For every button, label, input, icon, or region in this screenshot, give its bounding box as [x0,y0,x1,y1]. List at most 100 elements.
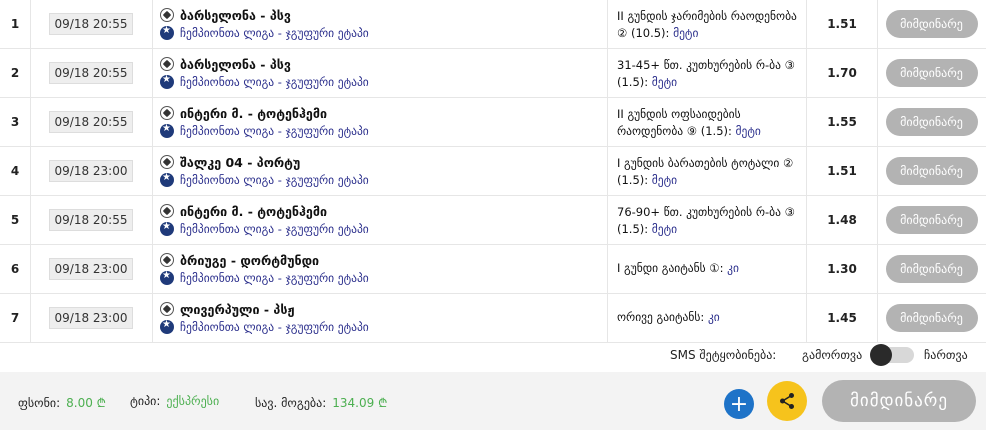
match-teams[interactable]: ბარსელონა - პსვ [180,8,291,23]
match-teams[interactable]: ბრიუგე - დორტმუნდი [180,253,319,268]
bet-odd: 1.55 [807,98,878,146]
bet-description: 76-90+ წთ. კუთხურების რ-ბა ③ (1.5): მეტი [607,196,807,244]
bet-text: 76-90+ წთ. კუთხურების რ-ბა ③ (1.5): [617,205,795,236]
match-date: 09/18 20:55 [48,13,134,35]
champions-league-icon [160,25,174,40]
bet-description: II გუნდის ჯარიმების რაოდენობა ② (10.5): … [607,0,807,48]
status-button[interactable]: მიმდინარე [885,255,978,283]
champions-league-icon [160,172,174,187]
row-number: 1 [0,0,31,48]
bet-text: 31-45+ წთ. კუთხურების რ-ბა ③ (1.5): [617,58,795,89]
status-button[interactable]: მიმდინარე [885,304,978,332]
champions-league-icon [160,123,174,138]
match-cell: ინტერი მ. - ტოტენჰემი ჩემპიონთა ლიგა - ჯ… [152,98,608,146]
status-button[interactable]: მიმდინარე [885,206,978,234]
soccer-ball-icon [160,8,174,22]
soccer-ball-icon [160,302,174,316]
bet-odd: 1.45 [807,294,878,342]
champions-league-icon [160,221,174,236]
type-value: ექსპრესი [166,394,220,408]
bet-description: 31-45+ წთ. კუთხურების რ-ბა ③ (1.5): მეტი [607,49,807,97]
row-number: 5 [0,196,31,244]
table-row: 3 09/18 20:55 ინტერი მ. - ტოტენჰემი ჩემპ… [0,98,986,147]
bet-description: II გუნდის ოფსაიდების რაოდენობა ⑨ (1.5): … [607,98,807,146]
match-cell: ინტერი მ. - ტოტენჰემი ჩემპიონთა ლიგა - ჯ… [152,196,608,244]
bet-pick: მეტი [651,173,678,187]
bet-odd: 1.30 [807,245,878,293]
status-button[interactable]: მიმდინარე [885,157,978,185]
match-date: 09/18 23:00 [48,258,134,280]
match-date: 09/18 20:55 [48,209,134,231]
bet-status-button[interactable]: მიმდინარე [822,380,976,422]
league-name: ჩემპიონთა ლიგა - ჯგუფური ეტაპი [180,320,369,334]
sms-label: SMS შეტყობინება: [670,348,777,362]
win-info: სავ. მოგება: 134.09 ₾ [255,394,387,411]
win-label: სავ. მოგება: [255,396,327,410]
match-teams[interactable]: ინტერი მ. - ტოტენჰემი [180,106,327,121]
match-teams[interactable]: ინტერი მ. - ტოტენჰემი [180,204,327,219]
share-button[interactable] [767,381,807,421]
bets-table: 1 09/18 20:55 ბარსელონა - პსვ ჩემპიონთა … [0,0,986,343]
bet-text: II გუნდის ოფსაიდების რაოდენობა ⑨ (1.5): [617,107,741,138]
bet-description: I გუნდის ბარათების ტოტალი ② (1.5): მეტი [607,147,807,195]
match-cell: ბარსელონა - პსვ ჩემპიონთა ლიგა - ჯგუფური… [152,0,608,48]
table-row: 7 09/18 23:00 ლივერპული - პსჟ ჩემპიონთა … [0,294,986,343]
league-name: ჩემპიონთა ლიგა - ჯგუფური ეტაპი [180,75,369,89]
league-name: ჩემპიონთა ლიგა - ჯგუფური ეტაპი [180,26,369,40]
table-row: 2 09/18 20:55 ბარსელონა - პსვ ჩემპიონთა … [0,49,986,98]
sms-toggle[interactable] [870,344,914,366]
bet-odd: 1.51 [807,0,878,48]
bet-pick: კი [707,310,720,324]
win-value: 134.09 ₾ [332,396,388,410]
bet-pick: კი [727,261,739,275]
bet-text: II გუნდის ჯარიმების რაოდენობა ② (10.5): [617,9,797,40]
match-cell: ლივერპული - პსჟ ჩემპიონთა ლიგა - ჯგუფური… [152,294,608,342]
table-row: 4 09/18 23:00 შალკე 04 - პორტუ ჩემპიონთა… [0,147,986,196]
sms-off-label[interactable]: გამორთვა [802,348,862,362]
soccer-ball-icon [160,57,174,71]
league-name: ჩემპიონთა ლიგა - ჯგუფური ეტაპი [180,124,369,138]
stake-info: ფსონი: 8.00 ₾ [18,394,106,411]
stake-label: ფსონი: [18,396,61,410]
bet-odd: 1.70 [807,49,878,97]
league-name: ჩემპიონთა ლიგა - ჯგუფური ეტაპი [180,173,369,187]
match-teams[interactable]: შალკე 04 - პორტუ [180,155,300,170]
toggle-knob[interactable] [870,344,892,366]
match-cell: ბრიუგე - დორტმუნდი ჩემპიონთა ლიგა - ჯგუფ… [152,245,608,293]
soccer-ball-icon [160,155,174,169]
match-date: 09/18 20:55 [48,111,134,133]
match-teams[interactable]: ბარსელონა - პსვ [180,57,291,72]
table-row: 1 09/18 20:55 ბარსელონა - პსვ ჩემპიონთა … [0,0,986,49]
soccer-ball-icon [160,253,174,267]
bet-description: I გუნდი გაიტანს ①: კი [607,245,807,293]
plus-button[interactable]: + [724,389,754,419]
bet-pick: მეტი [651,222,678,236]
champions-league-icon [160,74,174,89]
row-number: 6 [0,245,31,293]
sms-on-label[interactable]: ჩართვა [924,348,968,362]
table-row: 6 09/18 23:00 ბრიუგე - დორტმუნდი ჩემპიონ… [0,245,986,294]
row-number: 7 [0,294,31,342]
row-number: 3 [0,98,31,146]
share-icon [780,393,794,409]
league-name: ჩემპიონთა ლიგა - ჯგუფური ეტაპი [180,271,369,285]
bet-pick: მეტი [651,75,678,89]
status-button[interactable]: მიმდინარე [885,108,978,136]
bet-odd: 1.48 [807,196,878,244]
status-button[interactable]: მიმდინარე [885,10,978,38]
bet-pick: მეტი [735,124,761,138]
match-date: 09/18 20:55 [48,62,134,84]
sms-settings: SMS შეტყობინება: გამორთვა ჩართვა [0,338,986,372]
champions-league-icon [160,319,174,334]
row-number: 2 [0,49,31,97]
match-date: 09/18 23:00 [48,160,134,182]
match-teams[interactable]: ლივერპული - პსჟ [180,302,295,317]
bet-text: I გუნდი გაიტანს ①: [617,261,724,275]
status-button[interactable]: მიმდინარე [885,59,978,87]
type-label: ტიპი: [130,394,161,408]
match-date: 09/18 23:00 [48,307,134,329]
match-cell: ბარსელონა - პსვ ჩემპიონთა ლიგა - ჯგუფური… [152,49,608,97]
bet-description: ორივე გაიტანს: კი [607,294,807,342]
table-row: 5 09/18 20:55 ინტერი მ. - ტოტენჰემი ჩემპ… [0,196,986,245]
bet-text: I გუნდის ბარათების ტოტალი ② (1.5): [617,156,794,187]
